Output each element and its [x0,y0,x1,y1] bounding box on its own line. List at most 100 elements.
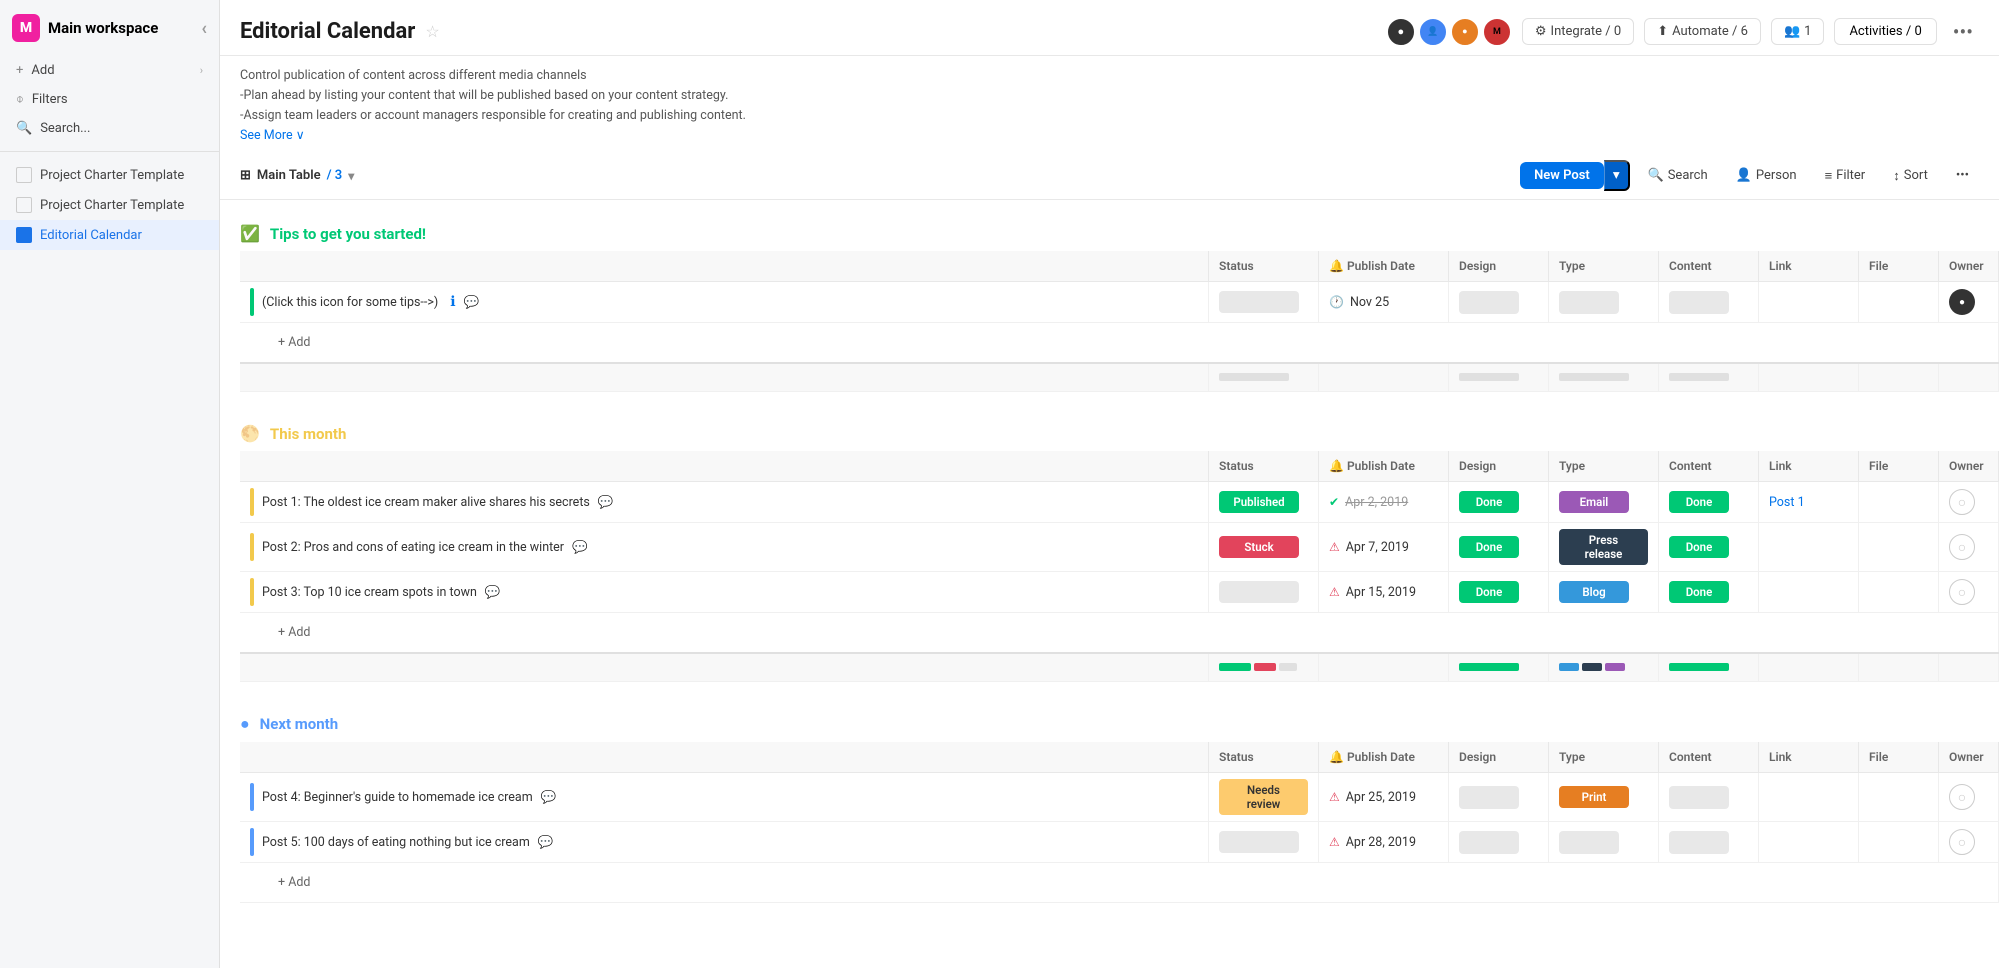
comment-icon[interactable]: 💬 [598,495,614,510]
summary-status-bar [1219,373,1289,381]
person-button[interactable]: 👤 Person [1726,163,1807,188]
comment-icon[interactable]: 💬 [485,585,501,600]
alert-icon-5: ⚠ [1329,835,1340,849]
add-button-tm[interactable]: + Add [250,619,1988,646]
filter-toolbar-label: Filter [1836,168,1865,183]
integrate-button[interactable]: ⚙ Integrate / 0 [1522,18,1634,45]
new-post-button[interactable]: New Post [1520,162,1604,189]
comment-icon[interactable]: 💬 [464,295,480,310]
summary-date-tm [1319,653,1449,682]
post3-date: Apr 15, 2019 [1346,585,1416,600]
summary-row-tips [240,363,1999,392]
content-done-badge: Done [1669,491,1729,513]
add-button-nm[interactable]: + Add [250,869,1988,896]
person-label: Person [1756,168,1797,183]
table-row: Post 3: Top 10 ice cream spots in town 💬… [240,572,1999,613]
alert-icon-4: ⚠ [1329,790,1340,804]
clock-icon: 🕐 [1329,295,1344,309]
comment-icon[interactable]: 💬 [572,540,588,555]
post1-owner-cell: ○ [1939,482,1999,523]
table-row: Post 2: Pros and cons of eating ice crea… [240,523,1999,572]
members-button[interactable]: 👥 1 [1771,18,1825,45]
table-selector[interactable]: ⊞ Main Table / 3 ▾ [240,168,354,183]
table-chevron-icon: ▾ [348,169,354,183]
see-more-button[interactable]: See More ∨ [240,128,305,143]
check-icon: ✔ [1329,495,1339,509]
add-label: Add [31,63,54,78]
sidebar-item-search[interactable]: 🔍 Search... [0,114,219,143]
summary-status-cell [1209,363,1319,392]
post5-content-cell [1659,822,1759,863]
post5-date-cell: ⚠ Apr 28, 2019 [1319,822,1449,863]
col-owner-tips: Owner [1939,251,1999,282]
post2-date-cell: ⚠ Apr 7, 2019 [1319,523,1449,572]
avatar-outline-5: ○ [1949,829,1975,855]
description-line-1: Control publication of content across di… [240,66,1979,86]
col-name-nm [240,742,1209,773]
add-row-cell-tips: + Add [240,323,1999,364]
post1-link[interactable]: Post 1 [1769,495,1805,510]
add-row-this-month[interactable]: + Add [240,613,1999,654]
avatar-1: ● [1386,17,1416,47]
col-status-nm: Status [1209,742,1319,773]
favorite-star-icon[interactable]: ☆ [425,22,439,41]
col-file-tm: File [1859,451,1939,482]
tips-table-wrapper: Status 🔔 Publish Date Design Type Conten… [220,251,1999,392]
summary-blog-bar [1559,663,1579,671]
tip-row-name: (Click this icon for some tips-->) [262,295,438,310]
col-type-tm: Type [1549,451,1659,482]
add-row-next-month[interactable]: + Add [240,863,1999,903]
status-badge-empty [1219,291,1299,313]
table-row: Post 1: The oldest ice cream maker alive… [240,482,1999,523]
sidebar-item-pct2[interactable]: Project Charter Template [0,190,219,220]
comment-icon[interactable]: 💬 [538,835,554,850]
this-month-table-wrapper: Status 🔔 Publish Date Design Type Conten… [220,451,1999,682]
summary-design-bar [1459,373,1519,381]
summary-published-bar [1219,663,1251,671]
sidebar-item-add[interactable]: + Add › [0,56,219,85]
search-button[interactable]: 🔍 Search [1638,163,1718,188]
sort-label: Sort [1904,168,1928,183]
content-area: ✅ Tips to get you started! Status 🔔 Publ… [220,200,1999,968]
filter-button[interactable]: ≡ Filter [1815,163,1876,189]
tip-owner-cell: ● [1939,282,1999,323]
sidebar-header: M Main workspace ‹ [0,0,219,56]
post3-link-cell [1759,572,1859,613]
sidebar-item-editorial-calendar[interactable]: Editorial Calendar [0,220,219,250]
add-row-tips[interactable]: + Add [240,323,1999,364]
row-color-bar [250,828,254,856]
tips-column-headers: Status 🔔 Publish Date Design Type Conten… [240,251,1999,282]
sort-button[interactable]: ↕ Sort [1883,163,1938,189]
new-post-dropdown-button[interactable]: ▾ [1604,160,1630,191]
automate-button[interactable]: ⬆ Automate / 6 [1644,18,1761,45]
automate-label: Automate / 6 [1672,24,1748,39]
next-month-table-wrapper: Status 🔔 Publish Date Design Type Conten… [220,742,1999,903]
post4-owner-cell: ○ [1939,773,1999,822]
sidebar-item-filters[interactable]: ⌽ Filters [0,85,219,114]
post2-date: Apr 7, 2019 [1346,540,1409,555]
add-button-tips[interactable]: + Add [250,329,1988,356]
col-status-tm: Status [1209,451,1319,482]
post1-link-cell: Post 1 [1759,482,1859,523]
bell-icon-tm: 🔔 [1329,459,1344,473]
table-row: Post 4: Beginner's guide to homemade ice… [240,773,1999,822]
tip-hint-icon[interactable]: ℹ [450,294,455,310]
sidebar-collapse-button[interactable]: ‹ [201,18,207,39]
toolbar-more-button[interactable]: ••• [1946,163,1979,188]
needs-review-badge: Needs review [1219,779,1308,815]
post5-type-cell [1549,822,1659,863]
more-options-button[interactable]: ••• [1947,20,1979,44]
design-done-badge: Done [1459,491,1519,513]
post4-name: Post 4: Beginner's guide to homemade ice… [262,790,533,805]
filter-icon: ⌽ [16,92,24,107]
summary-empty-bar [1279,663,1297,671]
summary-type-cell [1549,363,1659,392]
sidebar-item-pct1[interactable]: Project Charter Template [0,160,219,190]
avatar-outline-4: ○ [1949,784,1975,810]
col-owner-nm: Owner [1939,742,1999,773]
activities-button[interactable]: Activities / 0 [1834,18,1936,45]
post3-type-cell: Blog [1549,572,1659,613]
summary-content-bar-tm [1669,663,1729,671]
tip-file-cell [1859,282,1939,323]
comment-icon[interactable]: 💬 [541,790,557,805]
